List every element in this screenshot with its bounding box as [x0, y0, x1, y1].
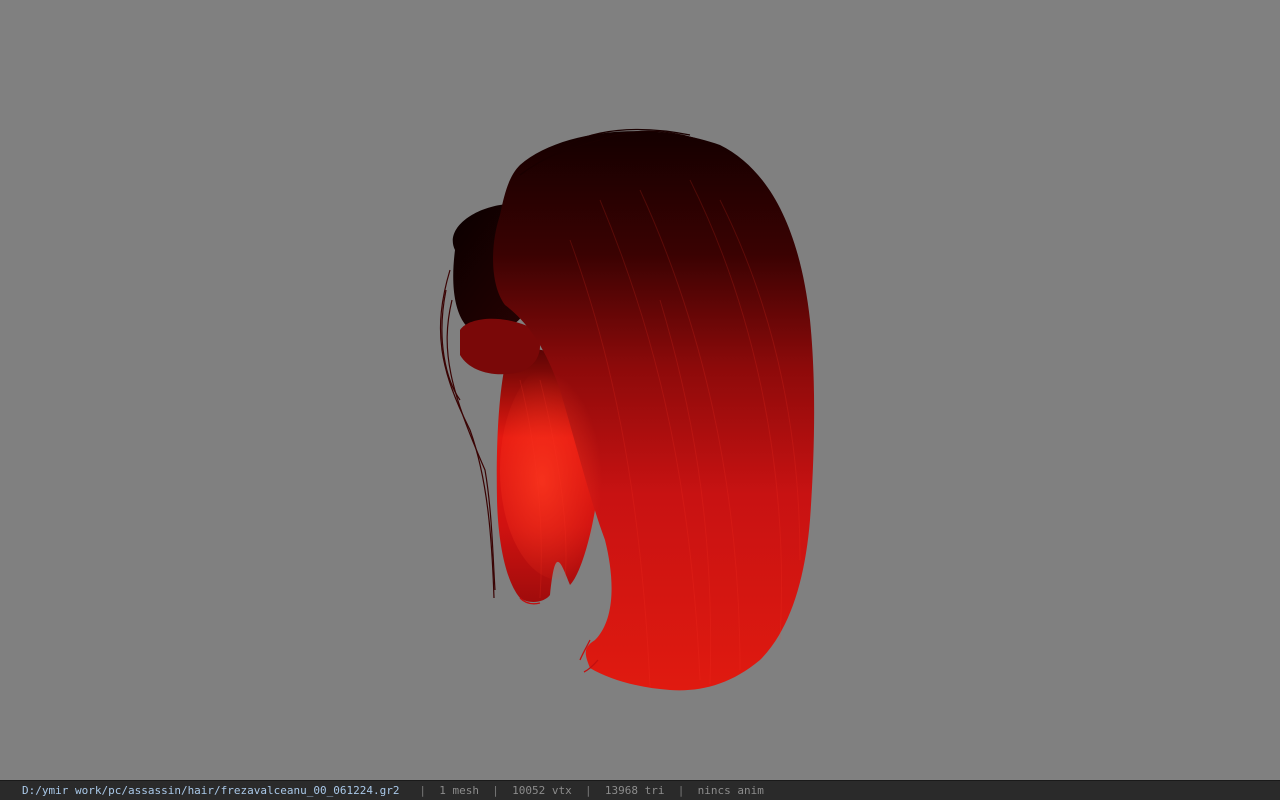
status-separator: | — [419, 784, 426, 797]
status-animation: nincs anim — [697, 784, 764, 797]
hair-tips — [519, 597, 599, 673]
status-triangle-count: 13968 tri — [604, 784, 665, 797]
status-separator: | — [677, 784, 685, 797]
status-file-path: D:/ymir work/pc/assassin/hair/frezavalce… — [22, 784, 400, 797]
status-mesh-count: 1 mesh — [439, 784, 479, 797]
hair-highlight — [500, 360, 620, 580]
status-bar: D:/ymir work/pc/assassin/hair/frezavalce… — [0, 780, 1280, 800]
hair-model-render[interactable] — [0, 0, 1280, 780]
status-separator: | — [492, 784, 499, 797]
status-vertex-count: 10052 vtx — [512, 784, 572, 797]
3d-viewport[interactable] — [0, 0, 1280, 780]
status-separator: | — [584, 784, 592, 797]
